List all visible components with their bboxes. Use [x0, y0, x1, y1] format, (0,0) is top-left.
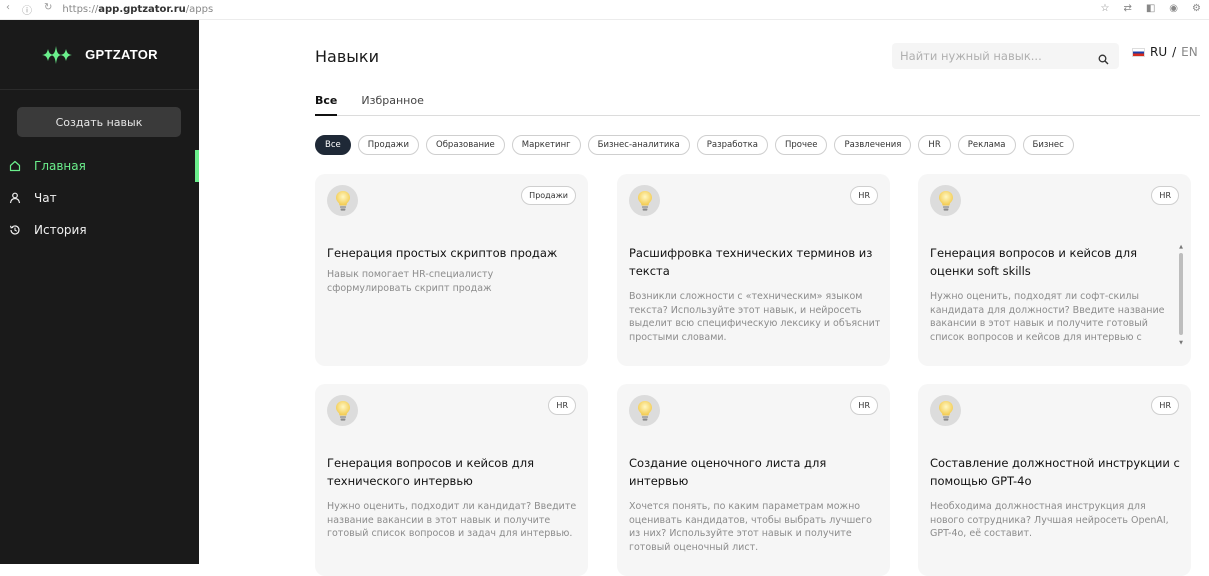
category-tag: HR — [850, 186, 878, 205]
sparkle-logo-icon — [41, 44, 75, 66]
lightbulb-icon — [629, 395, 660, 426]
lightbulb-icon — [327, 185, 358, 216]
sidebar-item-label: Чат — [34, 191, 57, 205]
skill-card[interactable]: HR Генерация вопросов и кейсов для техни… — [315, 384, 588, 576]
filter-chip-business-analytics[interactable]: Бизнес-аналитика — [587, 135, 690, 155]
lang-en[interactable]: EN — [1181, 45, 1198, 59]
create-skill-button[interactable]: Создать навык — [17, 107, 181, 137]
skill-card[interactable]: HR Генерация вопросов и кейсов для оценк… — [918, 174, 1191, 366]
category-tag: HR — [850, 396, 878, 415]
card-title: Генерация простых скриптов продаж — [327, 246, 558, 260]
sidebar-item-history[interactable]: История — [0, 214, 199, 246]
url-domain: app.gptzator.ru — [98, 4, 186, 15]
browser-nav: ‹ ⓘ ↻ — [6, 2, 52, 17]
extension-icon[interactable]: ◧ — [1146, 3, 1155, 14]
skill-card[interactable]: HR Составление должностной инструкции с … — [918, 384, 1191, 576]
bookmark-icon[interactable]: ☆ — [1100, 3, 1109, 14]
filter-chip-entertainment[interactable]: Развлечения — [834, 135, 912, 155]
card-description: Необходима должностная инструкция для но… — [930, 501, 1169, 539]
lang-ru[interactable]: RU — [1150, 45, 1167, 59]
search-icon[interactable] — [1098, 50, 1109, 69]
filter-chip-marketing[interactable]: Маркетинг — [511, 135, 581, 155]
sidebar-item-chat[interactable]: Чат — [0, 182, 199, 214]
lightbulb-icon — [629, 185, 660, 216]
url-path: /apps — [185, 4, 214, 15]
category-tag: Продажи — [521, 186, 576, 205]
sidebar: GPTZATOR Создать навык Главная Чат Истор… — [0, 20, 199, 564]
user-icon — [6, 192, 24, 204]
card-description: Возникли сложности с «техническим» языко… — [629, 291, 881, 343]
filter-chip-all[interactable]: Все — [315, 135, 351, 155]
scrollbar-thumb[interactable] — [1179, 253, 1183, 335]
profile-icon[interactable]: ◉ — [1169, 3, 1178, 14]
filter-chip-hr[interactable]: HR — [918, 135, 951, 155]
browser-bar: ‹ ⓘ ↻ https://app.gptzator.ru/apps ☆ ⇄ ◧… — [0, 0, 1209, 20]
card-scrollbar[interactable]: ▲ ▼ — [1178, 244, 1184, 346]
filter-chip-education[interactable]: Образование — [426, 135, 505, 155]
info-icon[interactable]: ⓘ — [22, 2, 32, 17]
category-filters: Все Продажи Образование Маркетинг Бизнес… — [315, 135, 1074, 155]
sidebar-item-home[interactable]: Главная — [0, 150, 199, 182]
skill-card[interactable]: Продажи Генерация простых скриптов прода… — [315, 174, 588, 366]
category-tag: HR — [548, 396, 576, 415]
card-title: Генерация вопросов и кейсов для оценки s… — [930, 246, 1137, 278]
reload-icon[interactable]: ↻ — [44, 2, 52, 17]
search-box — [892, 43, 1119, 69]
logo-text: GPTZATOR — [85, 47, 158, 62]
category-tag: HR — [1151, 186, 1179, 205]
filter-chip-development[interactable]: Разработка — [696, 135, 768, 155]
skill-card[interactable]: HR Расшифровка технических терминов из т… — [617, 174, 890, 366]
sidebar-item-label: История — [34, 223, 87, 237]
search-input[interactable] — [892, 49, 1082, 63]
url-prefix: https:// — [62, 4, 99, 15]
logo[interactable]: GPTZATOR — [0, 20, 199, 90]
card-title: Создание оценочного листа для интервью — [629, 456, 827, 488]
card-description: Хочется понять, по каким параметрам можн… — [629, 501, 872, 553]
tab-all[interactable]: Все — [315, 92, 338, 116]
filter-chip-sales[interactable]: Продажи — [357, 135, 419, 155]
sidebar-nav: Главная Чат История — [0, 150, 199, 246]
browser-actions: ☆ ⇄ ◧ ◉ ⚙ — [1100, 3, 1201, 14]
translate-icon[interactable]: ⇄ — [1123, 3, 1131, 14]
history-icon — [6, 224, 24, 236]
skill-card[interactable]: HR Создание оценочного листа для интервь… — [617, 384, 890, 576]
home-icon — [6, 160, 24, 172]
lightbulb-icon — [930, 395, 961, 426]
sidebar-item-label: Главная — [34, 159, 86, 173]
category-tag: HR — [1151, 396, 1179, 415]
card-description: Нужно оценить, подходит ли кандидат? Вве… — [327, 501, 577, 539]
card-title: Расшифровка технических терминов из текс… — [629, 246, 873, 278]
filter-chip-advertising[interactable]: Реклама — [957, 135, 1016, 155]
russia-flag-icon — [1132, 47, 1145, 57]
tab-favorites[interactable]: Избранное — [361, 92, 423, 116]
lightbulb-icon — [930, 185, 961, 216]
lang-separator: / — [1172, 45, 1177, 59]
main-content: Навыки RU / EN Все Избранное Все Продажи… — [199, 20, 1209, 576]
card-title: Генерация вопросов и кейсов для техничес… — [327, 456, 534, 488]
lightbulb-icon — [327, 395, 358, 426]
card-title: Составление должностной инструкции с пом… — [930, 456, 1180, 488]
scroll-up-icon[interactable]: ▲ — [1178, 244, 1184, 250]
filter-chip-other[interactable]: Прочее — [774, 135, 828, 155]
back-icon[interactable]: ‹ — [6, 2, 10, 17]
card-description: Навык помогает HR-специалисту сформулиро… — [327, 269, 494, 294]
filter-chip-business[interactable]: Бизнес — [1022, 135, 1074, 155]
address-bar[interactable]: https://app.gptzator.ru/apps — [62, 4, 213, 15]
language-switcher: RU / EN — [1132, 45, 1198, 59]
settings-icon[interactable]: ⚙ — [1192, 3, 1201, 14]
scroll-down-icon[interactable]: ▼ — [1178, 340, 1184, 346]
card-description: Нужно оценить, подходят ли софт-скилы ка… — [930, 291, 1165, 343]
tabs: Все Избранное — [315, 92, 1200, 116]
page-title: Навыки — [315, 47, 379, 66]
